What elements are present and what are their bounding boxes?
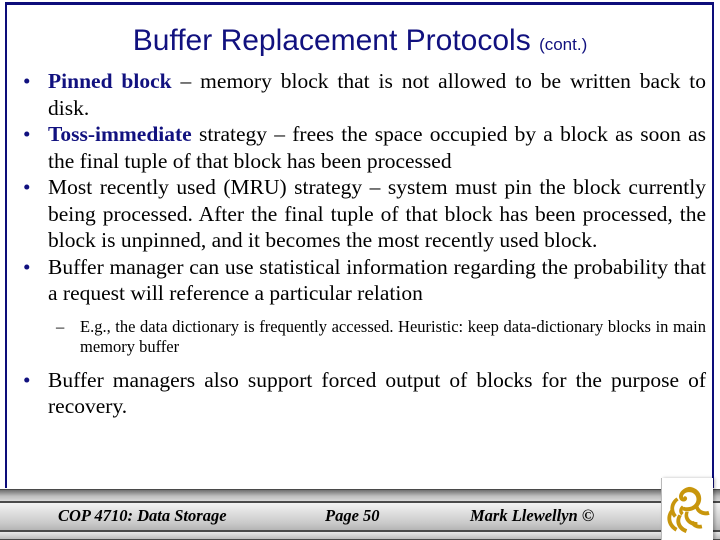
dash-marker-icon: –: [56, 316, 65, 336]
bullet-list-trailing: • Buffer managers also support forced ou…: [14, 367, 706, 420]
sub-bullet-item-data-dictionary: – E.g., the data dictionary is frequentl…: [50, 317, 706, 357]
bullet-marker-icon: •: [23, 175, 31, 199]
bullet-marker-icon: •: [23, 122, 31, 146]
page-title: Buffer Replacement Protocols (cont.): [10, 24, 710, 62]
page-title-suffix: (cont.): [539, 35, 588, 54]
bullet-highlight-toss-immediate: Toss-immediate: [48, 122, 192, 146]
bullet-list: • Pinned block – memory block that is no…: [14, 68, 706, 307]
bullet-highlight-pinned-block: Pinned block: [48, 69, 172, 93]
slide-footer: COP 4710: Data Storage Page 50 Mark Llew…: [0, 489, 720, 540]
footer-band-top: [0, 489, 720, 502]
footer-page-number: Page 50: [325, 506, 380, 525]
bullet-text-forced-output: Buffer managers also support forced outp…: [48, 367, 706, 419]
footer-band-bottom: [0, 531, 720, 540]
slide-canvas: Buffer Replacement Protocols (cont.) • P…: [0, 0, 720, 540]
bullet-item-toss-immediate: • Toss-immediate strategy – frees the sp…: [14, 121, 706, 174]
bullet-item-pinned-block: • Pinned block – memory block that is no…: [14, 68, 706, 121]
sub-bullet-text-data-dictionary: E.g., the data dictionary is frequently …: [80, 316, 706, 356]
bullet-marker-icon: •: [23, 69, 31, 93]
ucf-pegasus-logo-icon: [667, 486, 710, 533]
bullet-marker-icon: •: [23, 367, 31, 392]
bullet-marker-icon: •: [23, 254, 31, 279]
slide-body: • Pinned block – memory block that is no…: [14, 68, 706, 420]
footer-author-label: Mark Llewellyn ©: [470, 506, 595, 525]
bullet-text-buffer-manager: Buffer manager can use statistical infor…: [48, 254, 706, 306]
bullet-text-mru: Most recently used (MRU) strategy – syst…: [48, 175, 706, 252]
bullet-item-buffer-manager: • Buffer manager can use statistical inf…: [14, 254, 706, 307]
bullet-item-forced-output: • Buffer managers also support forced ou…: [14, 367, 706, 420]
page-title-main: Buffer Replacement Protocols: [132, 24, 531, 57]
logo-container: [661, 478, 713, 540]
footer-course-label: COP 4710: Data Storage: [58, 506, 227, 525]
bullet-item-mru: • Most recently used (MRU) strategy – sy…: [14, 174, 706, 254]
sub-bullet-list: – E.g., the data dictionary is frequentl…: [14, 317, 706, 357]
